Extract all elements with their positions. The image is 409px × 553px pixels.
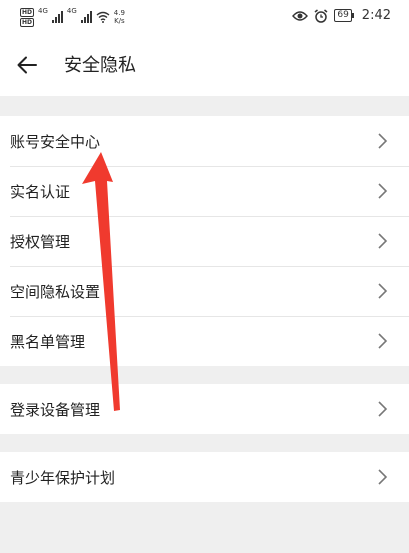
hd-icon: HD (20, 17, 35, 27)
status-bar: HD HD 4G 4G 4.9 K/s 69 2:42 (0, 0, 409, 34)
settings-item-blacklist-management[interactable]: 黑名单管理 (0, 316, 409, 366)
back-arrow-icon (17, 56, 37, 74)
settings-item-youth-protection-plan[interactable]: 青少年保护计划 (0, 452, 409, 502)
chevron-right-icon (378, 133, 388, 149)
settings-item-real-name-verification[interactable]: 实名认证 (0, 166, 409, 216)
chevron-right-icon (378, 183, 388, 199)
network-type-label: 4G (38, 7, 48, 15)
settings-group: 青少年保护计划 (0, 452, 409, 502)
signal-icon (51, 11, 63, 23)
chevron-right-icon (378, 283, 388, 299)
wifi-icon (96, 11, 110, 23)
chevron-right-icon (378, 469, 388, 485)
settings-item-label: 青少年保护计划 (10, 468, 116, 487)
settings-item-account-security-center[interactable]: 账号安全中心 (0, 116, 409, 166)
settings-item-label: 空间隐私设置 (10, 282, 101, 301)
settings-group: 登录设备管理 (0, 384, 409, 434)
settings-item-label: 黑名单管理 (10, 332, 86, 351)
settings-item-label: 实名认证 (10, 182, 71, 201)
hd-badges: HD HD (20, 7, 35, 27)
hd-icon: HD (20, 7, 35, 17)
chevron-right-icon (378, 233, 388, 249)
settings-item-authorization-management[interactable]: 授权管理 (0, 216, 409, 266)
network-type-label: 4G (66, 7, 77, 15)
title-bar: 安全隐私 (0, 34, 409, 96)
chevron-right-icon (378, 333, 388, 349)
settings-item-label: 账号安全中心 (10, 132, 101, 151)
settings-item-space-privacy-settings[interactable]: 空间隐私设置 (0, 266, 409, 316)
battery-icon: 69 (334, 9, 355, 22)
network-speed: 4.9 K/s (114, 9, 125, 25)
settings-item-login-device-management[interactable]: 登录设备管理 (0, 384, 409, 434)
signal-icon (80, 11, 92, 23)
status-left: HD HD 4G 4G 4.9 K/s (20, 6, 125, 28)
page-title: 安全隐私 (64, 55, 136, 76)
network-speed-value: 4.9 (113, 9, 125, 17)
settings-group: 账号安全中心 实名认证 授权管理 空间隐私设置 黑名单管理 (0, 116, 409, 366)
alarm-icon (314, 8, 328, 23)
chevron-right-icon (378, 401, 388, 417)
settings-item-label: 授权管理 (10, 232, 71, 251)
clock: 2:42 (361, 8, 391, 23)
eye-icon (292, 10, 309, 21)
back-button[interactable] (12, 50, 42, 80)
status-right: 69 2:42 (292, 8, 391, 23)
network-speed-unit: K/s (114, 17, 125, 25)
settings-item-label: 登录设备管理 (10, 400, 101, 419)
